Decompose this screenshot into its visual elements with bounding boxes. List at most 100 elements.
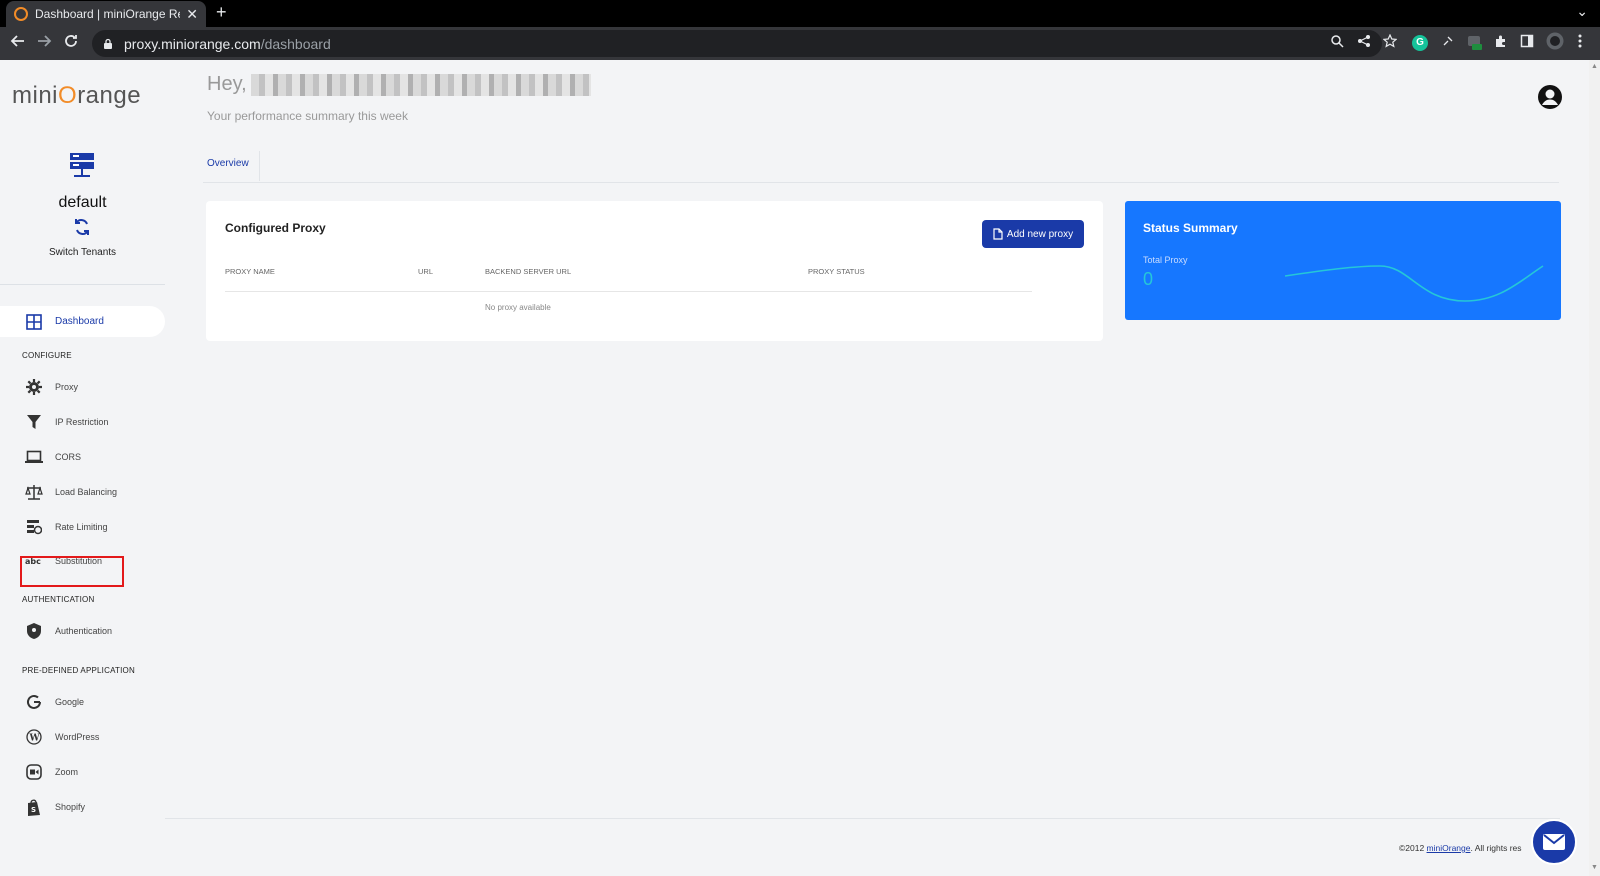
sidebar: miniOrange default Switch Tenants Dashbo… (0, 60, 165, 876)
server-icon (70, 153, 94, 177)
card-title: Configured Proxy (225, 221, 326, 235)
status-sparkline (1285, 265, 1544, 302)
bookmark-star-icon[interactable] (1382, 33, 1398, 51)
footer-prefix: ©2012 (1399, 843, 1427, 853)
scroll-up-arrow-icon[interactable]: ▲ (1591, 63, 1598, 70)
puzzle-extensions-icon[interactable] (1494, 34, 1508, 51)
footer-miniorange-link[interactable]: miniOrange (1427, 843, 1471, 853)
miniorange-favicon-icon (14, 7, 28, 21)
sidebar-item-ip-restriction[interactable]: IP Restriction (0, 408, 108, 436)
tab-overview[interactable]: Overview (207, 158, 249, 169)
close-tab-icon[interactable]: ✕ (186, 6, 198, 23)
grammarly-extension-icon[interactable]: G (1412, 35, 1428, 51)
url-path: /dashboard (260, 35, 331, 52)
sidebar-item-label: IP Restriction (55, 417, 109, 427)
switch-tenant-sync-icon[interactable] (73, 218, 91, 236)
performance-subtitle: Your performance summary this week (207, 109, 408, 123)
rate-limit-icon (25, 518, 43, 536)
shield-icon (25, 622, 43, 640)
footer-divider (165, 818, 1560, 819)
sidebar-item-zoom[interactable]: Zoom (0, 758, 78, 786)
status-summary-title: Status Summary (1143, 221, 1238, 235)
sidebar-item-rate-limiting[interactable]: Rate Limiting (0, 513, 108, 541)
add-new-proxy-button[interactable]: Add new proxy (982, 220, 1084, 248)
greeting-text: Hey, (207, 73, 247, 95)
sidebar-item-label: Zoom (55, 767, 79, 777)
sidebar-item-label: CORS (55, 452, 82, 462)
lock-icon (104, 38, 112, 49)
browser-tab[interactable]: Dashboard | miniOrange Re ✕ (6, 1, 206, 27)
sidebar-item-authentication[interactable]: Authentication (0, 617, 112, 645)
sidebar-item-shopify[interactable]: S Shopify (0, 793, 85, 821)
browser-tab-title: Dashboard | miniOrange Re (35, 7, 181, 21)
google-icon (25, 693, 43, 711)
filter-icon (25, 413, 43, 431)
column-header-proxy-name: PROXY NAME (225, 267, 275, 276)
section-heading-predefined: PRE-DEFINED APPLICATION (22, 666, 135, 675)
highlight-box-authentication (20, 556, 124, 587)
mail-icon (1543, 834, 1565, 850)
footer-suffix: . All rights res (1470, 843, 1522, 853)
browser-toolbar: proxy.miniorange.com/dashboard G (0, 27, 1600, 60)
sidebar-item-proxy[interactable]: Proxy (0, 373, 78, 401)
share-icon[interactable] (1357, 34, 1371, 51)
svg-text:W: W (29, 734, 41, 744)
zoom-lens-icon[interactable] (1330, 34, 1344, 51)
tab-bar: Overview (203, 151, 1559, 183)
total-proxy-label: Total Proxy (1143, 255, 1188, 265)
back-arrow-icon[interactable] (10, 33, 26, 54)
sidebar-item-label: Authentication (55, 626, 113, 636)
logo-text-suffix: range (77, 82, 142, 109)
zoom-icon (25, 763, 43, 781)
sidebar-item-dashboard[interactable]: Dashboard (0, 306, 165, 337)
sidebar-item-label: Shopify (55, 802, 86, 812)
svg-text:S: S (31, 806, 36, 814)
sidebar-item-label: WordPress (55, 732, 100, 742)
sidebar-item-label: Google (55, 697, 85, 707)
laptop-icon (25, 448, 43, 466)
logo-text-prefix: mini (12, 82, 59, 109)
tab-search-chevron-icon[interactable]: ⌄ (1576, 3, 1588, 20)
url-host: proxy.miniorange.com (124, 35, 261, 52)
wordpress-icon: W (25, 728, 43, 746)
sidebar-item-cors[interactable]: CORS (0, 443, 81, 471)
column-header-backend-server-url: BACKEND SERVER URL (485, 267, 572, 276)
side-panel-icon[interactable] (1520, 34, 1534, 51)
add-new-proxy-label: Add new proxy (1006, 228, 1074, 240)
sidebar-item-google[interactable]: Google (0, 688, 84, 716)
sidebar-item-label: Proxy (55, 382, 79, 392)
forward-arrow-icon[interactable] (36, 33, 52, 54)
section-heading-configure: CONFIGURE (22, 351, 72, 360)
sidebar-item-wordpress[interactable]: W WordPress (0, 723, 99, 751)
sidebar-item-load-balancing[interactable]: Load Balancing (0, 478, 117, 506)
new-tab-icon[interactable]: + (216, 2, 227, 23)
table-divider (225, 291, 1032, 292)
browser-profile-avatar-icon[interactable] (1546, 32, 1564, 53)
footer-copyright: ©2012 miniOrange. All rights res (1399, 843, 1534, 853)
greeting: Hey, (207, 73, 591, 96)
column-header-url: URL (418, 267, 434, 276)
logo-text-o: O (58, 82, 78, 109)
document-icon (993, 228, 1003, 240)
extension-badge-icon[interactable] (1466, 34, 1482, 53)
gear-icon (25, 378, 43, 396)
page-scrollbar[interactable] (1589, 60, 1600, 876)
user-profile-icon[interactable] (1537, 84, 1563, 110)
scroll-down-arrow-icon[interactable]: ▼ (1591, 864, 1598, 871)
scale-icon (25, 483, 43, 501)
miniorange-logo[interactable]: miniOrange (12, 82, 141, 110)
chat-support-button[interactable] (1531, 819, 1577, 865)
browser-menu-icon[interactable] (1578, 34, 1582, 51)
total-proxy-value: 0 (1143, 269, 1154, 289)
reload-icon[interactable] (63, 33, 79, 54)
tab-divider (259, 151, 260, 181)
switch-tenants-link[interactable]: Switch Tenants (0, 247, 165, 258)
sidebar-item-label: Load Balancing (55, 487, 118, 497)
empty-state-text: No proxy available (485, 303, 551, 312)
extension-pin-icon[interactable] (1442, 34, 1454, 50)
shopify-icon: S (25, 798, 43, 816)
section-heading-authentication: AUTHENTICATION (22, 595, 95, 604)
dashboard-grid-icon (25, 313, 43, 331)
column-header-proxy-status: PROXY STATUS (808, 267, 865, 276)
address-bar[interactable]: proxy.miniorange.com/dashboard (92, 30, 1382, 57)
